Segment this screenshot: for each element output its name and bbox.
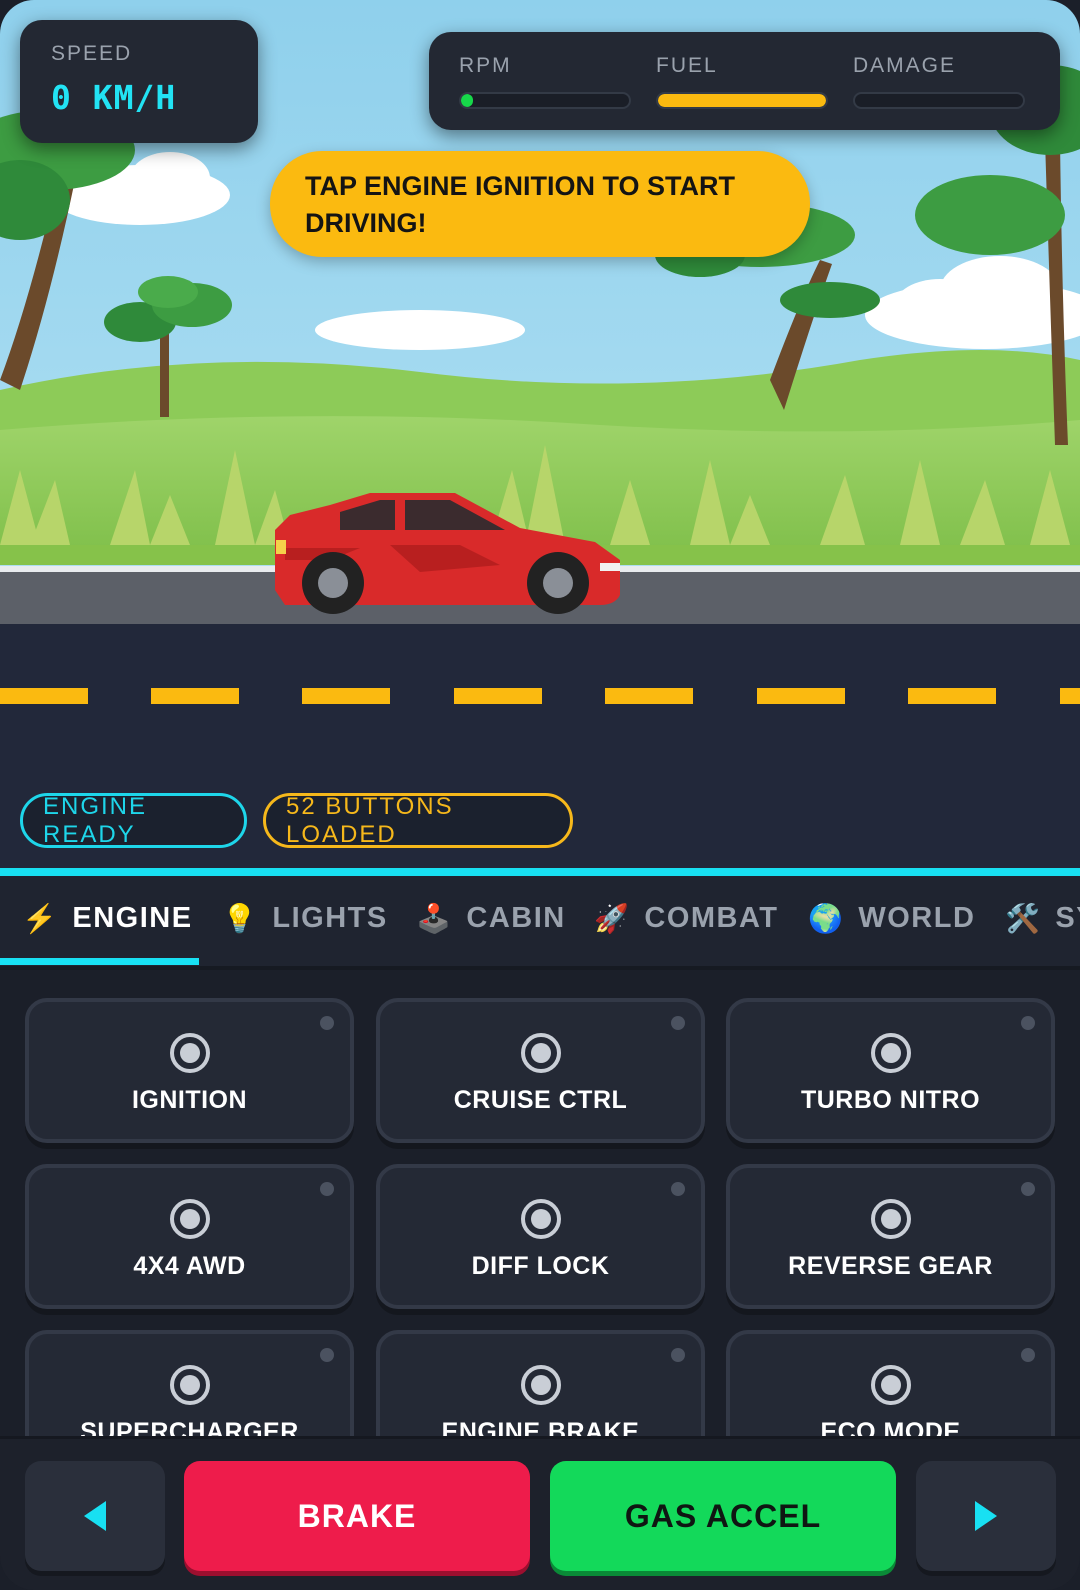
buttons-loaded-badge: 52 BUTTONS LOADED — [263, 793, 573, 848]
controls-grid: IGNITION CRUISE CTRL TURBO NITRO 4X4 AWD… — [0, 970, 1080, 1436]
rocket-icon: 🚀 — [594, 902, 631, 934]
turbo-nitro-button[interactable]: TURBO NITRO — [726, 998, 1055, 1143]
lane-marking — [0, 688, 1080, 704]
speed-panel: SPEED 0 KM/H — [20, 20, 258, 143]
fuel-gauge — [656, 92, 828, 109]
arrow-left-icon — [84, 1501, 106, 1531]
rpm-gauge-fill — [461, 94, 473, 107]
button-label: 4X4 AWD — [133, 1252, 246, 1280]
category-tabs: ⚡ ENGINE 💡 LIGHTS 🕹️ CABIN 🚀 COMBAT 🌍 WO… — [0, 868, 1080, 968]
button-label: REVERSE GEAR — [788, 1252, 993, 1280]
toggle-ring-icon — [169, 1033, 210, 1073]
globe-icon: 🌍 — [808, 902, 845, 934]
button-label: CRUISE CTRL — [453, 1086, 628, 1114]
status-led — [671, 1348, 685, 1362]
tab-label: LIGHTS — [272, 901, 388, 934]
joystick-icon: 🕹️ — [416, 902, 453, 934]
tab-combat[interactable]: 🚀 COMBAT — [594, 876, 778, 960]
light-bulb-icon: 💡 — [222, 902, 259, 934]
button-label: ECO MODE — [820, 1418, 961, 1436]
status-led — [1021, 1182, 1035, 1196]
cruise-ctrl-button[interactable]: CRUISE CTRL — [376, 998, 705, 1143]
tab-label: ENGINE — [72, 901, 193, 934]
fuel-stat: FUEL — [656, 54, 833, 130]
toggle-ring-icon — [169, 1199, 210, 1239]
tab-cabin[interactable]: 🕹️ CABIN — [416, 876, 566, 960]
toggle-ring-icon — [870, 1365, 911, 1405]
tab-label: COMBAT — [644, 901, 779, 934]
engine-brake-button[interactable]: ENGINE BRAKE — [376, 1330, 705, 1436]
status-led — [1021, 1016, 1035, 1030]
tab-label: SY — [1055, 901, 1080, 934]
diff-lock-button[interactable]: DIFF LOCK — [376, 1164, 705, 1309]
stats-panel: RPM FUEL DAMAGE — [429, 32, 1060, 130]
button-label: TURBO NITRO — [800, 1086, 981, 1114]
steer-right-button[interactable] — [916, 1461, 1056, 1571]
brake-button[interactable]: BRAKE — [184, 1461, 530, 1571]
rpm-stat: RPM — [459, 54, 636, 130]
button-label: DIFF LOCK — [471, 1252, 610, 1280]
rpm-gauge — [459, 92, 631, 109]
steer-left-button[interactable] — [25, 1461, 165, 1571]
speed-readout: 0 KM/H — [51, 78, 177, 117]
toggle-ring-icon — [169, 1365, 210, 1405]
damage-label: DAMAGE — [853, 54, 957, 77]
status-led — [320, 1182, 334, 1196]
tab-world[interactable]: 🌍 WORLD — [808, 876, 975, 960]
lightning-icon: ⚡ — [22, 902, 59, 934]
eco-mode-button[interactable]: ECO MODE — [726, 1330, 1055, 1436]
active-tab-indicator — [0, 958, 199, 965]
toggle-ring-icon — [870, 1199, 911, 1239]
button-label: ENGINE BRAKE — [441, 1418, 640, 1436]
rpm-label: RPM — [459, 54, 512, 77]
tab-label: WORLD — [858, 901, 976, 934]
drive-controls: BRAKE GAS ACCEL — [0, 1436, 1080, 1590]
ignition-button[interactable]: IGNITION — [25, 998, 354, 1143]
damage-gauge — [853, 92, 1025, 109]
toggle-ring-icon — [520, 1365, 561, 1405]
supercharger-button[interactable]: SUPERCHARGER — [25, 1330, 354, 1436]
toggle-ring-icon — [520, 1199, 561, 1239]
fuel-label: FUEL — [656, 54, 718, 77]
status-led — [671, 1182, 685, 1196]
button-label: IGNITION — [131, 1086, 248, 1114]
awd-button[interactable]: 4X4 AWD — [25, 1164, 354, 1309]
status-led — [320, 1016, 334, 1030]
reverse-gear-button[interactable]: REVERSE GEAR — [726, 1164, 1055, 1309]
game-screen: SPEED 0 KM/H RPM FUEL DAMAGE TAP ENGINE … — [0, 0, 1080, 1590]
engine-status-badge: ENGINE READY — [20, 793, 247, 848]
speed-label: SPEED — [51, 42, 133, 65]
tab-system[interactable]: 🛠️ SY — [1005, 876, 1080, 960]
tab-label: CABIN — [466, 901, 566, 934]
status-led — [1021, 1348, 1035, 1362]
tab-lights[interactable]: 💡 LIGHTS — [222, 876, 388, 960]
tab-engine[interactable]: ⚡ ENGINE — [22, 876, 193, 960]
toggle-ring-icon — [870, 1033, 911, 1073]
toggle-ring-icon — [520, 1033, 561, 1073]
arrow-right-icon — [975, 1501, 997, 1531]
button-label: SUPERCHARGER — [80, 1418, 299, 1436]
damage-stat: DAMAGE — [853, 54, 1030, 130]
tools-icon: 🛠️ — [1005, 902, 1042, 934]
gas-accel-button[interactable]: GAS ACCEL — [550, 1461, 896, 1571]
hint-banner: TAP ENGINE IGNITION TO START DRIVING! — [270, 151, 810, 257]
status-led — [320, 1348, 334, 1362]
fuel-gauge-fill — [658, 94, 826, 107]
driving-scene: SPEED 0 KM/H RPM FUEL DAMAGE TAP ENGINE … — [0, 0, 1080, 868]
status-led — [671, 1016, 685, 1030]
